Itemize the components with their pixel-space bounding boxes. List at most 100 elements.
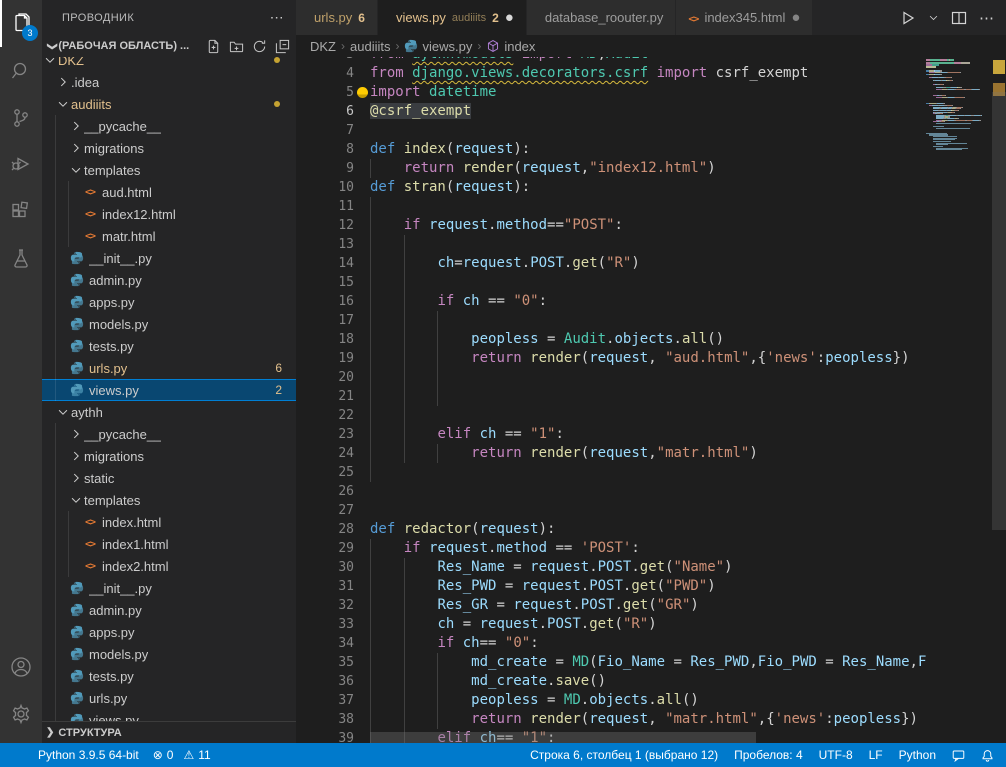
code-line[interactable]: 10def stran(request):: [296, 178, 926, 197]
tree-file-index-html[interactable]: <>index.html: [42, 511, 296, 533]
code-line[interactable]: 36 md_create.save(): [296, 672, 926, 691]
tree-folder--pycache-[interactable]: __pycache__: [42, 115, 296, 137]
python-interpreter-status[interactable]: Python 3.9.5 64-bit: [38, 748, 139, 762]
tree-file-index1-html[interactable]: <>index1.html: [42, 533, 296, 555]
split-editor-icon[interactable]: [951, 10, 967, 26]
code-line[interactable]: 18 peopless = Audit.objects.all(): [296, 330, 926, 349]
horizontal-scrollbar-slider[interactable]: [370, 732, 756, 743]
notifications-bell-icon[interactable]: [981, 749, 994, 762]
code-line[interactable]: 35 md_create = MD(Fio_Name = Res_PWD,Fio…: [296, 653, 926, 672]
modified-dot-icon[interactable]: ●: [791, 10, 800, 25]
tree-file--init-py[interactable]: __init__.py: [42, 247, 296, 269]
run-dropdown-chevron-icon[interactable]: [928, 12, 939, 23]
code-line[interactable]: 33 ch = request.POST.get("R"): [296, 615, 926, 634]
tree-file-admin-py[interactable]: admin.py: [42, 269, 296, 291]
vertical-scrollbar[interactable]: [992, 57, 1006, 743]
code-line[interactable]: 5import datetime: [296, 83, 926, 102]
cursor-position-status[interactable]: Строка 6, столбец 1 (выбрано 12): [530, 748, 718, 762]
tree-folder--idea[interactable]: .idea: [42, 71, 296, 93]
tree-folder-templates[interactable]: templates: [42, 159, 296, 181]
tree-file-apps-py[interactable]: apps.py: [42, 621, 296, 643]
tree-folder-static[interactable]: static: [42, 467, 296, 489]
breadcrumb-item-audiiits[interactable]: audiiits: [350, 39, 390, 54]
vertical-scrollbar-slider[interactable]: [992, 92, 1006, 530]
code-line[interactable]: 14 ch=request.POST.get("R"): [296, 254, 926, 273]
code-line[interactable]: 24 return render(request,"matr.html"): [296, 444, 926, 463]
lightbulb-icon[interactable]: [357, 87, 368, 98]
modified-dot-icon[interactable]: ●: [505, 10, 514, 25]
code-line[interactable]: 27: [296, 501, 926, 520]
new-file-icon[interactable]: [206, 39, 221, 54]
editor-more-icon[interactable]: ⋯: [979, 9, 994, 27]
settings-gear-icon[interactable]: [0, 690, 42, 737]
code-line[interactable]: 34 if ch== "0":: [296, 634, 926, 653]
code-line[interactable]: 4from django.views.decorators.csrf impor…: [296, 64, 926, 83]
code-line[interactable]: 21: [296, 387, 926, 406]
language-mode-status[interactable]: Python: [899, 748, 936, 762]
breadcrumb-item-index[interactable]: index: [486, 39, 535, 54]
tree-file-index2-html[interactable]: <>index2.html: [42, 555, 296, 577]
code-line[interactable]: 25: [296, 463, 926, 482]
tree-file-aud-html[interactable]: <>aud.html: [42, 181, 296, 203]
explorer-icon[interactable]: 3: [0, 0, 42, 47]
tree-file-tests-py[interactable]: tests.py: [42, 335, 296, 357]
code-editor[interactable]: 3from aythh.models import MD,Audit4from …: [296, 57, 1006, 743]
tree-file-tests-py[interactable]: tests.py: [42, 665, 296, 687]
code-line[interactable]: 32 Res_GR = request.POST.get("GR"): [296, 596, 926, 615]
encoding-status[interactable]: UTF-8: [819, 748, 853, 762]
tree-file-admin-py[interactable]: admin.py: [42, 599, 296, 621]
tree-folder-migrations[interactable]: migrations: [42, 137, 296, 159]
code-line[interactable]: 20: [296, 368, 926, 387]
eol-status[interactable]: LF: [869, 748, 883, 762]
extensions-icon[interactable]: [0, 188, 42, 235]
breadcrumb-item-views-py[interactable]: views.py: [404, 39, 472, 54]
run-python-file-icon[interactable]: [900, 10, 916, 26]
tree-file-urls-py[interactable]: urls.py6: [42, 357, 296, 379]
code-line[interactable]: 8def index(request):: [296, 140, 926, 159]
outline-section-header[interactable]: ❯ СТРУКТУРА: [42, 721, 296, 743]
tree-file--init-py[interactable]: __init__.py: [42, 577, 296, 599]
feedback-icon[interactable]: [952, 749, 965, 762]
tree-file-urls-py[interactable]: urls.py: [42, 687, 296, 709]
tree-file-apps-py[interactable]: apps.py: [42, 291, 296, 313]
code-line[interactable]: 28def redactor(request):: [296, 520, 926, 539]
tree-file-views-py[interactable]: views.py2: [42, 379, 296, 401]
code-line[interactable]: 13: [296, 235, 926, 254]
code-line[interactable]: 3from aythh.models import MD,Audit: [296, 57, 926, 64]
account-icon[interactable]: [0, 643, 42, 690]
code-line[interactable]: 29 if request.method == 'POST':: [296, 539, 926, 558]
tree-folder-aythh[interactable]: aythh: [42, 401, 296, 423]
tab-database-roouter-py[interactable]: database_roouter.py: [527, 0, 677, 35]
tree-file-matr-html[interactable]: <>matr.html: [42, 225, 296, 247]
code-line[interactable]: 9 return render(request,"index12.html"): [296, 159, 926, 178]
code-line[interactable]: 23 elif ch == "1":: [296, 425, 926, 444]
source-control-icon[interactable]: [0, 94, 42, 141]
code-line[interactable]: 19 return render(request, "aud.html",{'n…: [296, 349, 926, 368]
indentation-status[interactable]: Пробелов: 4: [734, 748, 803, 762]
tree-file-models-py[interactable]: models.py: [42, 313, 296, 335]
code-line[interactable]: 22: [296, 406, 926, 425]
tab-urls-py[interactable]: urls.py6: [296, 0, 378, 35]
code-line[interactable]: 31 Res_PWD = request.POST.get("PWD"): [296, 577, 926, 596]
search-icon[interactable]: [0, 47, 42, 94]
code-line[interactable]: 12 if request.method=="POST":: [296, 216, 926, 235]
breadcrumb-item-DKZ[interactable]: DKZ: [310, 39, 336, 54]
run-debug-icon[interactable]: [0, 141, 42, 188]
code-line[interactable]: 37 peopless = MD.objects.all(): [296, 691, 926, 710]
tree-folder--pycache-[interactable]: __pycache__: [42, 423, 296, 445]
code-line[interactable]: 16 if ch == "0":: [296, 292, 926, 311]
tree-file-views-py[interactable]: views.py: [42, 709, 296, 721]
code-line[interactable]: 15: [296, 273, 926, 292]
tree-folder-audiiits[interactable]: audiiits: [42, 93, 296, 115]
tree-file-index12-html[interactable]: <>index12.html: [42, 203, 296, 225]
minimap[interactable]: [926, 57, 992, 743]
code-line[interactable]: 11: [296, 197, 926, 216]
tree-folder-templates[interactable]: templates: [42, 489, 296, 511]
code-line[interactable]: 30 Res_Name = request.POST.get("Name"): [296, 558, 926, 577]
tree-file-models-py[interactable]: models.py: [42, 643, 296, 665]
collapse-all-icon[interactable]: [275, 39, 290, 54]
tab-index345-html[interactable]: <>index345.html●: [676, 0, 813, 35]
code-line[interactable]: 7: [296, 121, 926, 140]
new-folder-icon[interactable]: [229, 39, 244, 54]
code-line[interactable]: 38 return render(request, "matr.html",{'…: [296, 710, 926, 729]
